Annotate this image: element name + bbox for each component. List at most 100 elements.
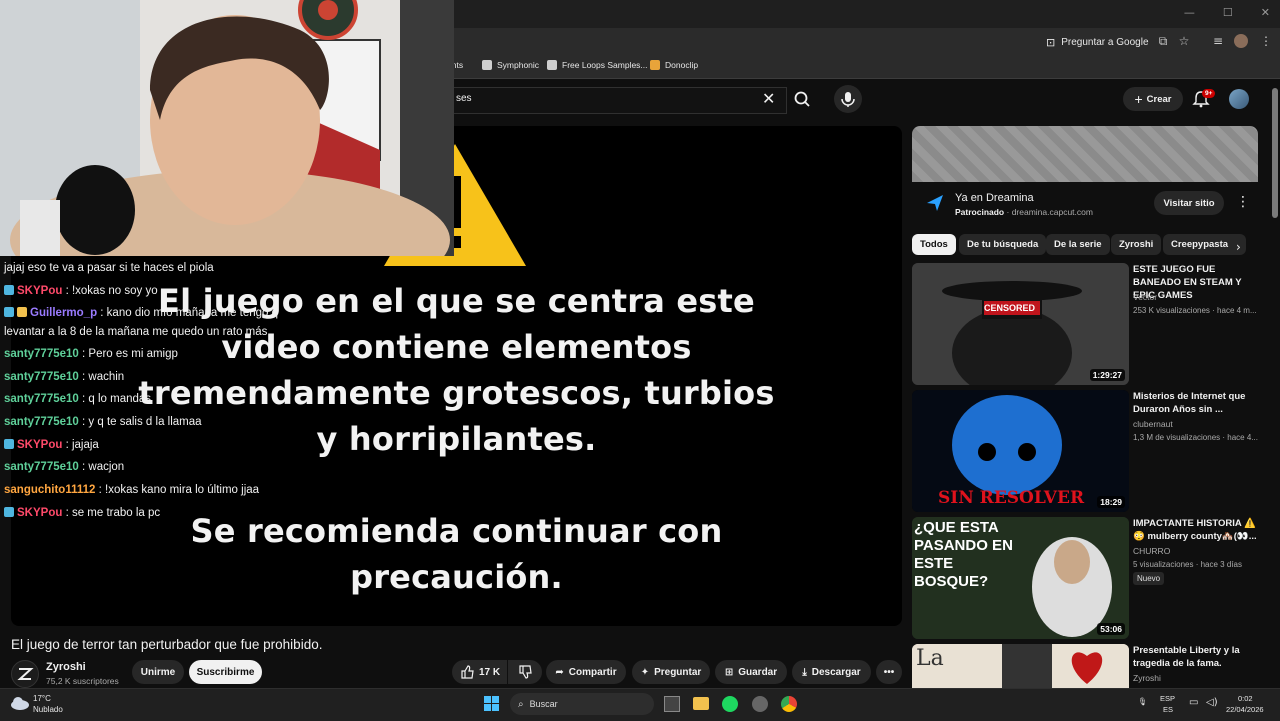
chat-username[interactable]: santy7775e10	[4, 348, 82, 360]
clear-search-icon[interactable]: ✕	[762, 89, 775, 108]
chip-from-search[interactable]: De tu búsqueda	[959, 234, 1047, 255]
bookmark-item[interactable]: Free Loops Samples...	[547, 60, 648, 70]
chrome-icon[interactable]	[781, 696, 797, 712]
chat-message: santy7775e10 : q lo mandas	[4, 393, 151, 405]
bookmark-star-icon[interactable]: ☆	[1176, 33, 1192, 49]
sparkle-icon: ✦	[640, 666, 650, 678]
dislike-button[interactable]	[508, 660, 542, 684]
donoclip-icon	[650, 60, 660, 70]
webcam-overlay	[0, 0, 454, 256]
clock-date: 22/04/2026	[1226, 705, 1264, 714]
bookmark-label: Symphonic	[497, 60, 540, 70]
volume-icon[interactable]: ◁)	[1206, 697, 1218, 708]
taskbar-search[interactable]: ⌕ Buscar	[510, 693, 654, 715]
chip-series[interactable]: De la serie	[1046, 234, 1110, 255]
like-button[interactable]: 17 K	[452, 660, 507, 684]
subscribe-button[interactable]: Suscribirme	[189, 660, 262, 684]
share-button[interactable]: ➦ Compartir	[546, 660, 626, 684]
download-label: Descargar	[811, 666, 861, 678]
related-video-channel[interactable]: CHURRO	[1133, 546, 1170, 556]
related-video-channel[interactable]: Vector	[1133, 292, 1157, 302]
window-controls: — ☐ ✕	[1184, 6, 1270, 19]
minimize-icon[interactable]: —	[1184, 6, 1195, 19]
related-video-channel[interactable]: Zyroshi	[1133, 673, 1161, 683]
chat-badge-icon	[4, 285, 14, 295]
bookmark-item[interactable]: Symphonic	[482, 60, 539, 70]
close-icon[interactable]: ✕	[1261, 6, 1270, 19]
video-thumbnail[interactable]: CENSORED 1:29:27	[912, 263, 1129, 385]
related-video-title[interactable]: IMPACTANTE HISTORIA ⚠️ 😳 mulberry county…	[1133, 517, 1258, 543]
chat-username[interactable]: santy7775e10	[4, 393, 82, 405]
profile-avatar[interactable]	[1234, 34, 1248, 48]
chat-username[interactable]: SKYPou	[17, 507, 66, 519]
weather-temperature[interactable]: 17°C	[33, 694, 51, 703]
search-button[interactable]	[788, 87, 818, 112]
language-bottom: ES	[1163, 705, 1174, 714]
join-button[interactable]: Unirme	[132, 660, 184, 684]
file-explorer-icon[interactable]	[693, 697, 709, 710]
channel-name[interactable]: Zyroshi	[46, 661, 86, 673]
browser-menu-icon[interactable]: ⋮	[1258, 33, 1274, 49]
dreamina-logo-icon	[927, 195, 943, 211]
ad-banner-image[interactable]	[912, 126, 1258, 182]
create-label: Crear	[1146, 93, 1172, 105]
chat-text: : !xokas kano mira lo último jjaa	[98, 484, 260, 496]
thumbnail-art	[912, 263, 1129, 385]
network-icon[interactable]: ▭	[1189, 697, 1198, 708]
reading-list-icon[interactable]: ≡	[1210, 33, 1226, 49]
account-avatar[interactable]	[1229, 89, 1249, 109]
more-options-icon[interactable]: ⋮	[1236, 194, 1250, 210]
search-input[interactable]	[444, 87, 787, 114]
chat-text: : se me trabo la pc	[65, 507, 161, 519]
channel-avatar[interactable]	[11, 660, 39, 688]
ask-label: Preguntar	[654, 666, 702, 678]
video-thumbnail[interactable]: ¿QUE ESTA PASANDO EN ESTE BOSQUE? 53:06	[912, 517, 1129, 639]
chip-creepypasta[interactable]: Creepypasta	[1163, 234, 1246, 255]
bookmark-item[interactable]: Donoclip	[650, 60, 698, 70]
voice-search-button[interactable]	[834, 85, 862, 113]
chat-username[interactable]: santy7775e10	[4, 371, 82, 383]
ask-google-button[interactable]: ⊡ Preguntar a Google	[1046, 33, 1149, 51]
save-button[interactable]: ⊞ Guardar	[715, 660, 787, 684]
visit-site-button[interactable]: Visitar sitio	[1154, 191, 1224, 215]
windows-start-icon[interactable]	[484, 696, 500, 712]
ad-title[interactable]: Ya en Dreamina	[955, 192, 1034, 204]
language-top[interactable]: ESP	[1160, 694, 1175, 703]
related-video-channel[interactable]: clubernaut	[1133, 419, 1173, 429]
task-view-icon[interactable]	[664, 696, 680, 712]
webcam-feed	[0, 0, 454, 256]
spotify-icon[interactable]	[722, 696, 738, 712]
clock-time[interactable]: 0:02	[1238, 694, 1253, 703]
chat-message: santy7775e10 : y q te salis d la llamaa	[4, 416, 202, 428]
video-thumbnail[interactable]: SIN RESOLVER 18:29	[912, 390, 1129, 512]
related-video-meta: 253 K visualizaciones · hace 4 m...	[1133, 306, 1257, 315]
plus-icon: +	[1134, 91, 1143, 107]
chip-all[interactable]: Todos	[912, 234, 956, 255]
chat-username[interactable]: SKYPou	[17, 439, 66, 451]
chip-channel[interactable]: Zyroshi	[1111, 234, 1162, 255]
chat-text: : Pero es mi amigp	[82, 348, 178, 360]
install-icon[interactable]: ⧉	[1155, 33, 1171, 49]
mic-tray-icon[interactable]: 🎙	[1138, 697, 1148, 706]
chat-message: santy7775e10 : Pero es mi amigp	[4, 348, 178, 360]
thumbs-up-icon	[461, 665, 474, 679]
chat-username[interactable]: sanguchito11112	[4, 484, 99, 496]
video-thumbnail[interactable]: La	[912, 644, 1129, 688]
chat-username[interactable]: Guillermo_p	[30, 307, 100, 319]
create-button[interactable]: + Crear	[1123, 87, 1183, 111]
page-scrollbar[interactable]	[1272, 88, 1278, 218]
ask-button[interactable]: ✦ Preguntar	[632, 660, 710, 684]
chevron-right-icon[interactable]: ›	[1236, 240, 1241, 254]
related-video-title[interactable]: Misterios de Internet que Duraron Años s…	[1133, 390, 1258, 416]
chat-username[interactable]: SKYPou	[17, 285, 66, 297]
ad-domain: · dreamina.capcut.com	[1006, 207, 1093, 217]
related-video-title[interactable]: Presentable Liberty y la tragedia de la …	[1133, 644, 1258, 670]
chat-text: : wacjon	[82, 461, 125, 473]
chat-username[interactable]: santy7775e10	[4, 461, 82, 473]
more-actions-button[interactable]: •••	[876, 660, 902, 684]
chat-username[interactable]: santy7775e10	[4, 416, 82, 428]
download-button[interactable]: ⤓ Descargar	[792, 660, 871, 684]
app-icon[interactable]	[752, 696, 768, 712]
chat-text: : kano dio mío mañana me tengo q	[100, 307, 279, 319]
maximize-icon[interactable]: ☐	[1223, 6, 1233, 19]
